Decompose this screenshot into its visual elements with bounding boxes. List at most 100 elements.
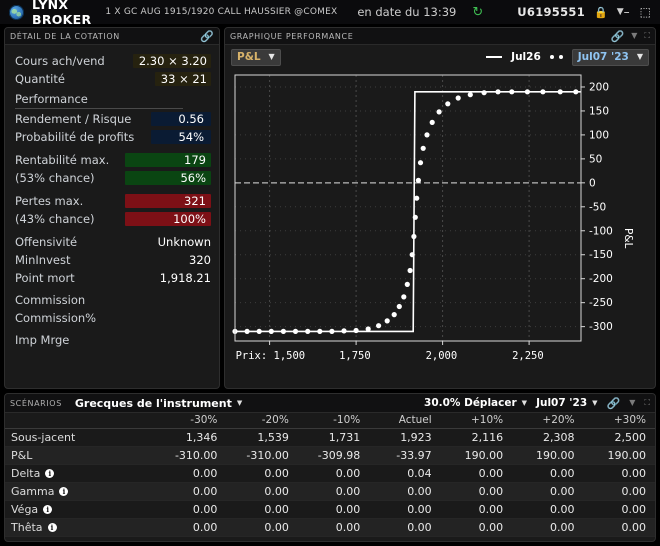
quote-panel-title: Détail de la cotation xyxy=(10,31,120,41)
info-icon[interactable]: i xyxy=(43,505,53,514)
row-label: Sous-jacent xyxy=(5,428,155,447)
scenarios-table-head: -30% -20% -10% Actuel +10% +20% +30% xyxy=(5,413,655,429)
performance-chart-panel: Graphique performance 🔗 ▼ ⛶ P&L ▼ Jul26 … xyxy=(224,27,656,389)
quote-label: (43% chance) xyxy=(15,212,95,226)
scenarios-date-label: Jul07 '23 xyxy=(536,397,588,409)
brand-title: LYNX BROKER xyxy=(32,0,92,27)
chart-controls: P&L ▼ Jul26 Jul07 '23 ▼ xyxy=(225,45,655,69)
table-cell: 0.00 xyxy=(583,500,655,519)
info-icon[interactable]: i xyxy=(47,523,57,532)
table-cell: 0.00 xyxy=(440,482,513,501)
chevron-down-icon[interactable]: ▼ xyxy=(617,7,624,17)
info-icon[interactable]: i xyxy=(45,469,55,478)
lock-icon[interactable]: 🔒 xyxy=(594,6,608,19)
restore-button[interactable]: ⬚ xyxy=(640,6,651,18)
expand-icon[interactable]: ⛶ xyxy=(644,32,650,40)
scenarios-date-select[interactable]: Jul07 '23 ▼ xyxy=(536,397,597,409)
move-select[interactable]: 30.0% Déplacer ▼ xyxy=(424,397,527,409)
table-cell: 0.00 xyxy=(440,518,513,537)
minimize-button[interactable]: – xyxy=(624,6,630,18)
quote-rows: Cours ach/vend 2.30 × 3.20 Quantité 33 ×… xyxy=(5,45,219,349)
table-row[interactable]: Sous-jacent 1,346 1,539 1,731 1,923 2,116 2,30… xyxy=(5,428,655,447)
table-cell: 0.00 xyxy=(226,464,298,483)
table-cell: 0.00 xyxy=(297,464,370,483)
chart-panel-header: Graphique performance 🔗 ▼ ⛶ xyxy=(225,28,655,45)
scenarios-header-right: 30.0% Déplacer ▼ Jul07 '23 ▼ 🔗 ▼ ⛶ xyxy=(424,397,650,409)
quote-row-breakeven: Point mort 1,918.21 xyxy=(15,269,211,287)
account-id[interactable]: U6195551 xyxy=(517,5,585,19)
table-cell: -33.97 xyxy=(369,446,441,465)
x-axis-tick-label: 2,000 xyxy=(426,350,458,362)
y-axis-tick-label: 0 xyxy=(589,177,596,189)
table-cell: 190.00 xyxy=(583,446,655,465)
table-header-cell: -20% xyxy=(226,413,298,429)
quote-label: Commission% xyxy=(15,311,97,325)
quote-value: 321 xyxy=(125,194,211,208)
date-select-label: Jul07 '23 xyxy=(577,51,629,63)
link-icon[interactable]: 🔗 xyxy=(607,398,621,409)
quote-row-max-profit-chance: (53% chance) 56% xyxy=(15,169,211,187)
legend-line-label: Jul26 xyxy=(511,51,541,63)
y-axis-tick-label: 50 xyxy=(589,153,602,165)
refresh-icon[interactable]: ↻ xyxy=(472,6,483,19)
table-row[interactable]: Gamma i 0.00 0.00 0.00 0.00 0.00 0.00 0.00 xyxy=(5,482,655,501)
table-row[interactable]: Thêta i 0.00 0.00 0.00 0.00 0.00 0.00 0.00 xyxy=(5,518,655,537)
title-bar: LYNX BROKER 1 X GC AUG 1915/1920 CALL HA… xyxy=(0,0,660,27)
y-axis-tick-label: -100 xyxy=(589,225,613,237)
pnl-plot[interactable]: 200 150 100 50 0 -50 -100 -150 -200 -250 -300 P&L Pr… xyxy=(229,69,653,384)
link-icon[interactable]: 🔗 xyxy=(611,31,625,42)
quote-value: 33 × 21 xyxy=(154,72,211,86)
quote-detail-panel: Détail de la cotation 🔗 Cours ach/vend 2… xyxy=(4,27,220,389)
chevron-down-icon[interactable]: ▼ xyxy=(631,32,637,40)
expand-icon[interactable]: ⛶ xyxy=(644,399,650,407)
y-axis-tick-label: 150 xyxy=(589,105,609,117)
link-icon[interactable]: 🔗 xyxy=(200,31,214,42)
table-row[interactable]: P&L -310.00 -310.00 -309.98 -33.97 190.00 190.… xyxy=(5,446,655,465)
y-axis-tick-label: -150 xyxy=(589,249,613,261)
quote-value: 320 xyxy=(189,253,211,267)
table-header-cell: +30% xyxy=(583,413,655,429)
metric-select[interactable]: P&L ▼ xyxy=(231,48,281,66)
y-axis-tick-label: 200 xyxy=(589,81,609,93)
x-axis-tick-label: 2,250 xyxy=(512,350,544,362)
info-icon[interactable]: i xyxy=(59,487,69,496)
row-label: Delta i xyxy=(5,464,155,483)
quote-row-margin-impact: Imp Mrge xyxy=(15,331,211,349)
table-cell: 190.00 xyxy=(512,446,584,465)
table-cell: 0.00 xyxy=(226,500,298,519)
y-axis-tick-label: 100 xyxy=(589,129,609,141)
date-select[interactable]: Jul07 '23 ▼ xyxy=(571,48,649,66)
chart-panel-title: Graphique performance xyxy=(230,31,354,41)
greeks-select[interactable]: Grecques de l'instrument ▼ xyxy=(75,397,242,410)
quote-value: 54% xyxy=(151,130,211,144)
window-controls: – ⬚ ✕ xyxy=(624,6,660,18)
metric-select-label: P&L xyxy=(237,51,261,63)
table-header-row: -30% -20% -10% Actuel +10% +20% +30% xyxy=(5,413,655,429)
y-axis-tick-label: -300 xyxy=(589,321,613,333)
chart-legend: Jul26 Jul07 '23 ▼ xyxy=(486,48,649,66)
x-axis-tick-label: Prix: 1,500 xyxy=(236,350,306,362)
table-cell: 2,500 xyxy=(583,428,655,447)
table-cell: 0.00 xyxy=(297,518,370,537)
chart-plot-area[interactable]: 200 150 100 50 0 -50 -100 -150 -200 -250 -300 P&L Pr… xyxy=(225,69,655,384)
table-cell: 0.00 xyxy=(297,482,370,501)
chevron-down-icon[interactable]: ▼ xyxy=(629,399,635,407)
quote-value: 2.30 × 3.20 xyxy=(132,54,211,68)
table-cell: 190.00 xyxy=(440,446,513,465)
scenarios-panel: Scénarios Grecques de l'instrument ▼ 30.… xyxy=(4,393,656,542)
quote-row-max-loss: Pertes max. 321 xyxy=(15,192,211,210)
table-header-cell: +20% xyxy=(512,413,584,429)
table-cell: 0.00 xyxy=(155,482,227,501)
table-cell: 0.00 xyxy=(155,500,227,519)
quote-label: Rentabilité max. xyxy=(15,153,110,167)
table-cell: 0.00 xyxy=(512,518,584,537)
table-cell: 0.00 xyxy=(226,482,298,501)
table-row[interactable]: Véga i 0.00 0.00 0.00 0.00 0.00 0.00 0.00 xyxy=(5,500,655,519)
quote-row-mininvest: MinInvest 320 xyxy=(15,251,211,269)
table-row[interactable]: Delta i 0.00 0.00 0.00 0.04 0.00 0.00 0.00 xyxy=(5,464,655,483)
quote-row-commission-pct: Commission% xyxy=(15,309,211,327)
quote-panel-header: Détail de la cotation 🔗 xyxy=(5,28,219,45)
scenarios-title: Scénarios xyxy=(10,398,62,408)
quote-label: Quantité xyxy=(15,72,65,86)
table-cell: 0.00 xyxy=(155,518,227,537)
